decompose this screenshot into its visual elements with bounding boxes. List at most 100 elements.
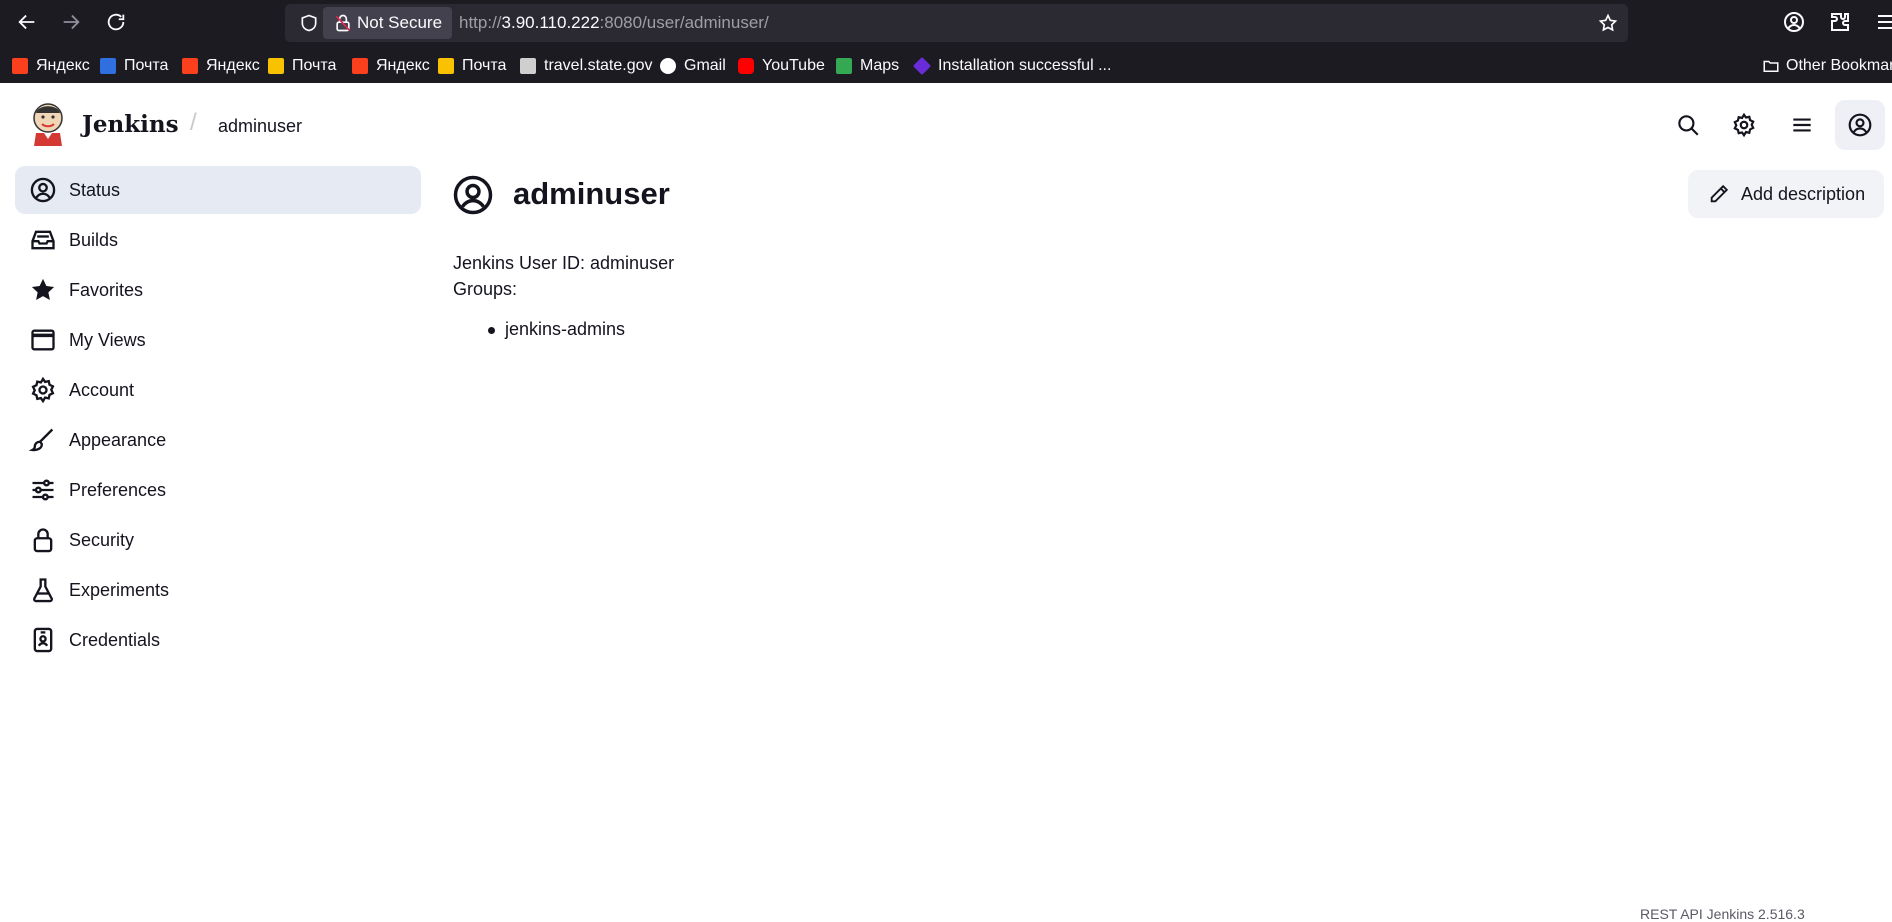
hamburger-icon xyxy=(1793,118,1811,132)
bookmark-label: Яндекс xyxy=(36,56,90,74)
sidebar-item-label: Security xyxy=(69,529,135,550)
jenkins-brand[interactable]: Jenkins xyxy=(82,111,179,138)
user-circle-icon xyxy=(30,177,56,203)
mail-icon xyxy=(100,57,116,74)
footer-text: REST API Jenkins 2.516.3 xyxy=(1640,906,1805,922)
inbox-icon xyxy=(31,230,55,250)
folder-icon xyxy=(1763,60,1779,72)
not-secure-label: Not Secure xyxy=(357,13,443,32)
maps-icon xyxy=(836,57,852,74)
sidebar-item-security[interactable]: Security xyxy=(15,516,421,564)
bookmark-item[interactable]: travel.state.gov xyxy=(520,52,653,79)
bookmark-label: Installation successful ... xyxy=(938,56,1112,74)
bookmark-label: Почта xyxy=(124,56,169,74)
forward-button[interactable] xyxy=(57,8,85,36)
sidebar-item-label: My Views xyxy=(69,329,146,350)
other-bookmarks[interactable]: Other Bookmarks xyxy=(1762,52,1892,79)
footer: REST API Jenkins 2.516.3 xyxy=(1640,906,1805,922)
back-button[interactable] xyxy=(13,8,41,36)
menu-icon[interactable] xyxy=(1874,10,1892,34)
not-secure-badge[interactable]: Not Secure xyxy=(323,7,453,39)
jenkins-header: Jenkins / adminuser xyxy=(0,83,1892,167)
bookmark-star-icon[interactable] xyxy=(1598,13,1618,33)
sidebar-item-status[interactable]: Status xyxy=(15,166,421,214)
bookmark-item[interactable]: Gmail xyxy=(660,52,726,79)
brush-icon xyxy=(29,428,54,452)
bookmark-item[interactable]: Почта xyxy=(268,52,336,79)
sidebar-item-appearance[interactable]: Appearance xyxy=(15,416,421,464)
breadcrumb-user[interactable]: adminuser xyxy=(218,116,302,137)
user-avatar-icon xyxy=(453,175,493,215)
sidebar-item-credentials[interactable]: Credentials xyxy=(15,616,421,664)
bookmark-item[interactable]: Installation successful ... xyxy=(912,52,1112,79)
group-name: jenkins-admins xyxy=(505,319,626,339)
list-item: jenkins-admins xyxy=(488,319,625,340)
groups-label: Groups: xyxy=(453,279,518,299)
menu-button[interactable] xyxy=(1782,105,1822,145)
url-scheme: http:// xyxy=(459,13,502,32)
bookmark-item[interactable]: Яндекс xyxy=(352,52,430,79)
url-host: 3.90.110.222 xyxy=(501,13,600,32)
sidebar-item-builds[interactable]: Builds xyxy=(15,216,421,264)
jenkins-logo-icon[interactable] xyxy=(30,101,66,147)
sidebar-item-account[interactable]: Account xyxy=(15,366,421,414)
sidebar-item-experiments[interactable]: Experiments xyxy=(15,566,421,614)
sidebar-item-label: Preferences xyxy=(69,479,167,500)
page-title: adminuser xyxy=(513,176,670,211)
sidebar-item-label: Status xyxy=(69,179,121,200)
window-icon xyxy=(31,329,55,351)
bookmark-item[interactable]: YouTube xyxy=(738,52,825,79)
bookmark-label: YouTube xyxy=(762,56,825,74)
address-bar[interactable]: Not Secure http://3.90.110.222:8080/user… xyxy=(285,4,1628,42)
id-card-icon xyxy=(33,627,53,653)
url-text[interactable]: http://3.90.110.222:8080/user/adminuser/ xyxy=(459,13,769,33)
google-icon xyxy=(660,57,676,74)
add-description-button[interactable]: Add description xyxy=(1688,170,1884,218)
sidebar-item-favorites[interactable]: Favorites xyxy=(15,266,421,314)
bookmark-label: Яндекс xyxy=(376,56,430,74)
add-description-label: Add description xyxy=(1741,183,1866,204)
bookmark-item[interactable]: Maps xyxy=(836,52,899,79)
yandex-icon xyxy=(352,57,368,74)
sidebar-item-label: Favorites xyxy=(69,279,144,300)
user-info: Jenkins User ID: adminuser Groups: xyxy=(453,250,674,302)
sidebar-item-label: Appearance xyxy=(69,429,167,450)
bookmark-label: travel.state.gov xyxy=(544,56,653,74)
sidebar: Status Builds Favorites My Views Account… xyxy=(15,166,421,666)
star-icon xyxy=(31,278,55,301)
bookmark-item[interactable]: Почта xyxy=(438,52,506,79)
insecure-lock-icon xyxy=(335,14,351,32)
groups-list: jenkins-admins xyxy=(488,319,625,340)
bookmark-label: Яндекс xyxy=(206,56,260,74)
gear-icon xyxy=(1733,112,1755,138)
sidebar-item-preferences[interactable]: Preferences xyxy=(15,466,421,514)
bookmark-item[interactable]: Почта xyxy=(100,52,168,79)
bookmark-label: Почта xyxy=(462,56,507,74)
bookmark-item[interactable]: Яндекс xyxy=(12,52,90,79)
bookmarks-bar: Яндекс Почта Яндекс Почта Яндекс Почта t… xyxy=(0,52,1892,79)
shield-icon[interactable] xyxy=(299,13,319,33)
user-circle-icon xyxy=(1848,113,1872,137)
reload-button[interactable] xyxy=(102,8,130,36)
install-icon xyxy=(912,56,932,75)
search-icon xyxy=(1678,115,1699,136)
account-sync-icon[interactable] xyxy=(1782,10,1806,34)
sidebar-item-label: Account xyxy=(69,379,135,400)
extensions-icon[interactable] xyxy=(1828,10,1852,34)
bookmark-item[interactable]: Яндекс xyxy=(182,52,260,79)
search-button[interactable] xyxy=(1668,105,1708,145)
arrow-right-icon xyxy=(63,14,80,30)
user-id-line: Jenkins User ID: adminuser xyxy=(453,253,675,273)
bookmark-label: Gmail xyxy=(684,56,726,74)
other-bookmarks-label: Other Bookmarks xyxy=(1786,56,1892,74)
gear-icon xyxy=(31,376,55,404)
sliders-icon xyxy=(32,479,54,501)
sidebar-item-label: Credentials xyxy=(69,629,161,650)
breadcrumb-separator: / xyxy=(190,109,197,136)
browser-toolbar: Not Secure http://3.90.110.222:8080/user… xyxy=(0,0,1892,83)
user-menu-button[interactable] xyxy=(1835,100,1885,150)
travel-icon xyxy=(520,57,536,74)
sidebar-item-label: Experiments xyxy=(69,579,170,600)
sidebar-item-my-views[interactable]: My Views xyxy=(15,316,421,364)
manage-jenkins-button[interactable] xyxy=(1724,105,1764,145)
